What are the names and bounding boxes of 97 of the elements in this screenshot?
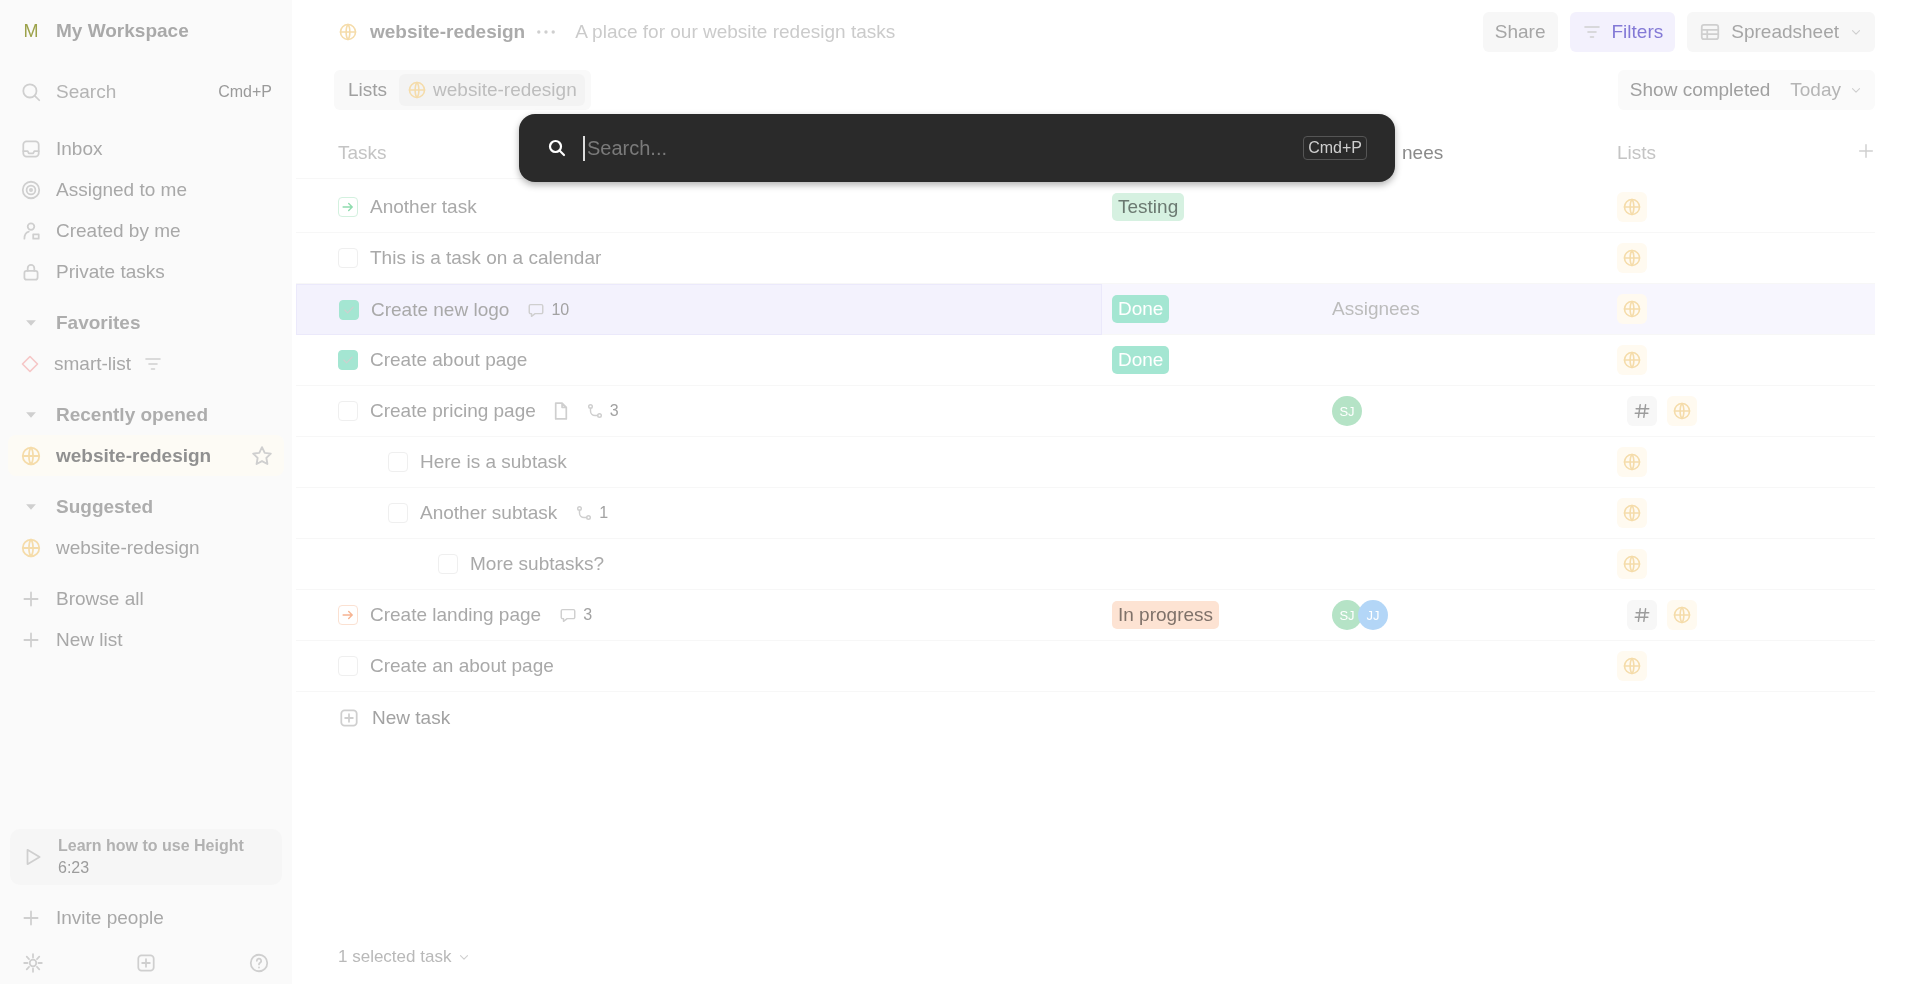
hash-icon[interactable] xyxy=(1627,600,1657,630)
globe-icon xyxy=(1622,299,1642,319)
nav-item[interactable]: Inbox xyxy=(8,128,284,169)
task-row[interactable]: More subtasks? xyxy=(296,539,1875,590)
share-button[interactable]: Share xyxy=(1482,12,1558,52)
globe-icon xyxy=(1622,197,1642,217)
status-tag[interactable]: Testing xyxy=(1112,193,1185,221)
plus-square-icon xyxy=(338,706,360,729)
selection-dropdown[interactable]: 1 selected task xyxy=(338,940,1875,974)
globe-icon xyxy=(1672,401,1692,421)
new-task-button[interactable]: New task xyxy=(338,692,1875,743)
more-icon[interactable] xyxy=(537,30,556,34)
task-name[interactable]: Another task xyxy=(370,196,477,218)
search-field[interactable]: Search... Cmd+P xyxy=(519,114,1395,182)
assignee-placeholder[interactable]: Assignees xyxy=(1332,298,1420,320)
search-input[interactable]: Search... xyxy=(583,135,1286,161)
checkbox[interactable] xyxy=(339,299,359,320)
avatar[interactable]: JJ xyxy=(1358,600,1388,630)
section-header[interactable]: Recently opened xyxy=(8,394,284,435)
table-icon xyxy=(1699,21,1722,43)
status-tag[interactable]: Done xyxy=(1112,295,1170,323)
task-name[interactable]: More subtasks? xyxy=(470,553,605,575)
globe-icon xyxy=(1622,248,1642,268)
section-header[interactable]: Suggested xyxy=(8,486,284,527)
sidebar-action[interactable]: Browse all xyxy=(8,578,284,619)
globe-icon xyxy=(338,22,358,42)
task-name[interactable]: Create pricing page xyxy=(370,400,536,422)
globe-icon xyxy=(1622,350,1642,370)
avatar[interactable]: SJ xyxy=(1332,396,1362,426)
date-filter[interactable]: Today xyxy=(1790,79,1863,101)
sidebar-item[interactable]: website-redesign xyxy=(8,435,284,476)
globe-icon xyxy=(1622,503,1642,523)
add-column-icon xyxy=(1857,142,1875,160)
new-task-icon xyxy=(135,952,157,974)
nav-item[interactable]: Assigned to me xyxy=(8,169,284,210)
target-icon xyxy=(20,178,42,201)
globe-icon xyxy=(20,444,42,467)
task-name[interactable]: Another subtask xyxy=(420,502,558,524)
tutorial-card[interactable]: Learn how to use Height 6:23 xyxy=(10,829,282,885)
globe-icon xyxy=(1672,605,1692,625)
avatar[interactable]: SJ xyxy=(1332,600,1362,630)
hash-icon[interactable] xyxy=(1627,396,1657,426)
task-name[interactable]: This is a task on a calendar xyxy=(370,247,602,269)
nav-item[interactable]: Created by me xyxy=(8,210,284,251)
comment-count: 10 xyxy=(551,300,570,319)
task-row[interactable]: Create landing page 3 In progress SJ JJ xyxy=(296,590,1875,641)
task-row[interactable]: Here is a subtask xyxy=(296,437,1875,488)
globe-icon xyxy=(1622,452,1642,472)
inbox-icon xyxy=(20,137,42,160)
task-name[interactable]: Create new logo xyxy=(371,298,510,321)
column-header[interactable]: Lists xyxy=(1617,142,1657,164)
show-completed-toggle[interactable]: Show completed xyxy=(1629,79,1771,101)
globe-icon xyxy=(20,536,42,559)
nav-item[interactable]: Private tasks xyxy=(8,251,284,292)
status-tag[interactable]: Done xyxy=(1112,346,1170,374)
sidebar-item[interactable]: website-redesign xyxy=(8,527,284,568)
comment-icon xyxy=(559,606,578,624)
search-icon xyxy=(547,138,567,158)
task-name[interactable]: Here is a subtask xyxy=(420,451,567,473)
task-row[interactable]: Create new logo 10 Done Assignees xyxy=(296,284,1875,335)
task-row[interactable]: Create about page Done xyxy=(296,335,1875,386)
star-icon[interactable] xyxy=(252,445,272,466)
subtask-icon xyxy=(585,402,604,420)
task-name[interactable]: Create landing page xyxy=(370,604,542,626)
view-button[interactable]: Spreadsheet xyxy=(1687,12,1875,52)
checkbox[interactable] xyxy=(338,350,358,370)
diamond-icon xyxy=(20,353,40,374)
shortcut-hint: Cmd+P xyxy=(1303,136,1367,160)
breadcrumb-item[interactable]: Lists xyxy=(340,74,396,106)
comment-count: 3 xyxy=(583,606,593,624)
search-icon xyxy=(20,81,42,103)
sidebar-action[interactable]: New list xyxy=(8,619,284,660)
task-row[interactable]: Create pricing page 3 SJ xyxy=(296,386,1875,437)
section-header[interactable]: Favorites xyxy=(8,302,284,343)
task-row[interactable]: Another subtask 1 xyxy=(296,488,1875,539)
column-header[interactable]: Tasks xyxy=(338,141,387,164)
column-header[interactable]: nees xyxy=(1402,142,1444,163)
list-title[interactable]: website-redesign xyxy=(370,21,526,43)
task-name[interactable]: Create about page xyxy=(370,349,528,371)
status-tag[interactable]: In progress xyxy=(1112,601,1220,629)
globe-icon xyxy=(407,80,428,100)
globe-icon xyxy=(1622,656,1642,676)
workspace-avatar[interactable]: M xyxy=(20,20,42,42)
globe-icon xyxy=(1622,554,1642,574)
subtask-count: 3 xyxy=(609,402,619,420)
filters-button[interactable]: Filters xyxy=(1569,12,1676,52)
subtask-icon xyxy=(575,504,594,522)
tutorial-duration: 6:23 xyxy=(58,859,91,877)
invite-item[interactable]: Invite people xyxy=(8,897,284,938)
help-icon xyxy=(248,952,270,974)
search-item[interactable]: Search Cmd+P xyxy=(8,70,284,114)
sidebar-item[interactable]: smart-list xyxy=(8,343,284,384)
task-name[interactable]: Create an about page xyxy=(370,655,554,677)
tutorial-title: Learn how to use Height xyxy=(58,837,244,855)
workspace-name[interactable]: My Workspace xyxy=(56,20,189,42)
task-row[interactable]: Create an about page xyxy=(296,641,1875,692)
subtask-count: 1 xyxy=(599,504,609,522)
